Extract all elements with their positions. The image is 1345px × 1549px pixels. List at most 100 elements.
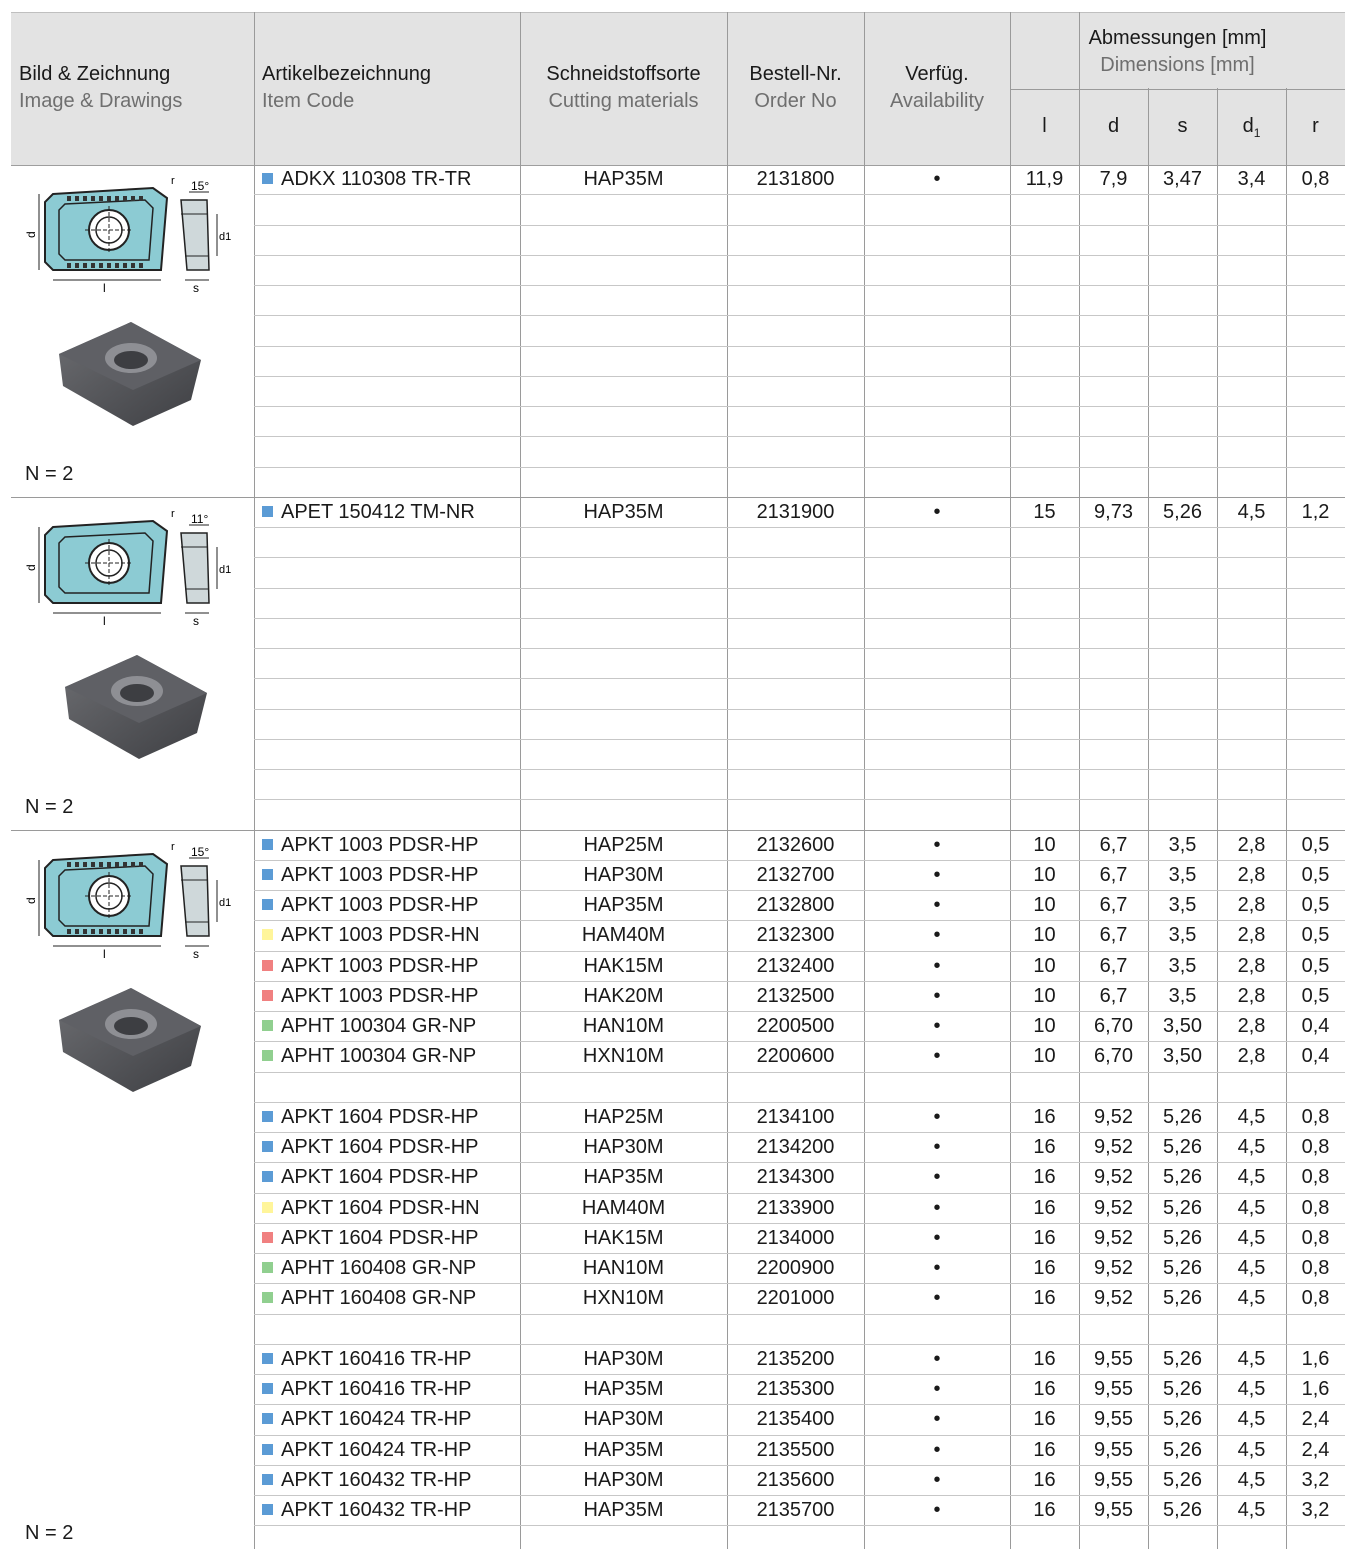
row-divider <box>254 678 1345 679</box>
column-divider <box>1010 12 1011 1549</box>
dim-r: 0,8 <box>1301 1257 1330 1279</box>
dim-r: 0,5 <box>1301 834 1330 856</box>
row-divider <box>254 799 1345 800</box>
dim-d1: 2,8 <box>1237 864 1266 886</box>
row-divider <box>254 285 1345 286</box>
dim-col-r: r <box>1312 115 1319 137</box>
dim-col-d: d <box>1107 115 1120 137</box>
dim-r: 1,6 <box>1301 1348 1330 1370</box>
cutting-material: HAP30M <box>583 1348 664 1370</box>
dim-d1: 2,8 <box>1237 834 1266 856</box>
dim-s: 3,5 <box>1168 834 1197 856</box>
availability-dot: • <box>933 168 941 190</box>
svg-text:l: l <box>103 614 106 627</box>
availability-dot: • <box>933 894 941 916</box>
availability-dot: • <box>933 1197 941 1219</box>
order-no: 2134200 <box>756 1136 835 1158</box>
insert-technical-drawing: 15° d l r d1 s <box>24 175 231 294</box>
dim-d1: 4,5 <box>1237 1136 1266 1158</box>
order-no: 2132700 <box>756 864 835 886</box>
dim-s: 5,26 <box>1163 1469 1202 1491</box>
dim-d1: 4,5 <box>1237 1227 1266 1249</box>
column-divider <box>1286 88 1287 1549</box>
dim-d1: 4,5 <box>1237 1257 1266 1279</box>
dim-l: 16 <box>1033 1106 1056 1128</box>
header-cutting-material: Schneidstoffsorte Cutting materials <box>546 63 701 112</box>
availability-dot: • <box>933 1106 941 1128</box>
item-code: APKT 1604 PDSR-HP <box>262 1162 479 1192</box>
dim-l: 10 <box>1033 1015 1056 1037</box>
dim-l: 10 <box>1033 985 1056 1007</box>
order-no: 2131900 <box>756 501 835 523</box>
item-code-text: APET 150412 TM-NR <box>281 501 475 523</box>
dim-l: 16 <box>1033 1287 1056 1309</box>
dim-s: 5,26 <box>1163 1136 1202 1158</box>
column-divider <box>254 12 255 1549</box>
item-code-text: APKT 160432 TR-HP <box>281 1469 472 1491</box>
availability-dot: • <box>933 1348 941 1370</box>
availability-dot: • <box>933 1408 941 1430</box>
svg-text:d: d <box>24 231 38 238</box>
item-code: ADKX 110308 TR-TR <box>262 164 471 194</box>
row-divider <box>254 709 1345 710</box>
grade-color-swatch <box>262 1050 273 1061</box>
order-no: 2135300 <box>756 1378 835 1400</box>
cutting-material: HAP30M <box>583 1469 664 1491</box>
dim-r: 0,5 <box>1301 894 1330 916</box>
row-divider <box>254 527 1345 528</box>
dim-s: 3,47 <box>1163 168 1202 190</box>
dim-col-d1: d1 <box>1242 115 1261 140</box>
cutting-material: HAK15M <box>583 955 664 977</box>
dim-d: 6,70 <box>1094 1045 1133 1067</box>
dim-d1: 4,5 <box>1237 1439 1266 1461</box>
dim-s: 5,26 <box>1163 1197 1202 1219</box>
row-divider <box>254 588 1345 589</box>
item-code-text: APKT 1003 PDSR-HP <box>281 894 479 916</box>
cutting-material: HAK15M <box>583 1227 664 1249</box>
item-code-text: APKT 160424 TR-HP <box>281 1408 472 1430</box>
dim-d1: 3,4 <box>1237 168 1266 190</box>
grade-color-swatch <box>262 1202 273 1213</box>
dim-d1: 2,8 <box>1237 1045 1266 1067</box>
item-code: APKT 1003 PDSR-HP <box>262 860 479 890</box>
row-divider <box>254 1072 1345 1073</box>
dim-l: 10 <box>1033 894 1056 916</box>
cutting-material: HAP30M <box>583 864 664 886</box>
cutting-material: HAK20M <box>583 985 664 1007</box>
svg-text:15°: 15° <box>191 845 209 859</box>
grade-color-swatch <box>262 1474 273 1485</box>
cutting-material: HAP35M <box>583 894 664 916</box>
dim-d: 9,52 <box>1094 1166 1133 1188</box>
dim-d: 9,55 <box>1094 1348 1133 1370</box>
insert-photo <box>59 987 201 1092</box>
item-code-text: APKT 1604 PDSR-HP <box>281 1106 479 1128</box>
item-code: APHT 160408 GR-NP <box>262 1283 476 1313</box>
cutting-material: HAP35M <box>583 1378 664 1400</box>
svg-text:d1: d1 <box>219 564 231 576</box>
item-code-text: APKT 1604 PDSR-HN <box>281 1197 480 1219</box>
svg-text:s: s <box>193 947 199 960</box>
dim-d: 9,52 <box>1094 1197 1133 1219</box>
dim-s: 5,26 <box>1163 1227 1202 1249</box>
order-no: 2134300 <box>756 1166 835 1188</box>
dim-s: 5,26 <box>1163 501 1202 523</box>
dim-col-l: l <box>1042 115 1047 137</box>
row-divider <box>254 557 1345 558</box>
cutting-material: HXN10M <box>582 1287 665 1309</box>
svg-text:d: d <box>24 564 38 571</box>
row-divider <box>254 1525 1345 1526</box>
availability-dot: • <box>933 1439 941 1461</box>
dim-s: 3,5 <box>1168 894 1197 916</box>
order-no: 2135600 <box>756 1469 835 1491</box>
item-code: APKT 160432 TR-HP <box>262 1495 471 1525</box>
dim-r: 0,8 <box>1301 1287 1330 1309</box>
availability-dot: • <box>933 1015 941 1037</box>
dim-r: 0,8 <box>1301 1136 1330 1158</box>
availability-dot: • <box>933 924 941 946</box>
item-code-text: APKT 160432 TR-HP <box>281 1499 472 1521</box>
dim-d: 9,55 <box>1094 1469 1133 1491</box>
dim-d1: 2,8 <box>1237 894 1266 916</box>
dim-s: 5,26 <box>1163 1106 1202 1128</box>
grade-color-swatch <box>262 1232 273 1243</box>
dim-l: 16 <box>1033 1136 1056 1158</box>
